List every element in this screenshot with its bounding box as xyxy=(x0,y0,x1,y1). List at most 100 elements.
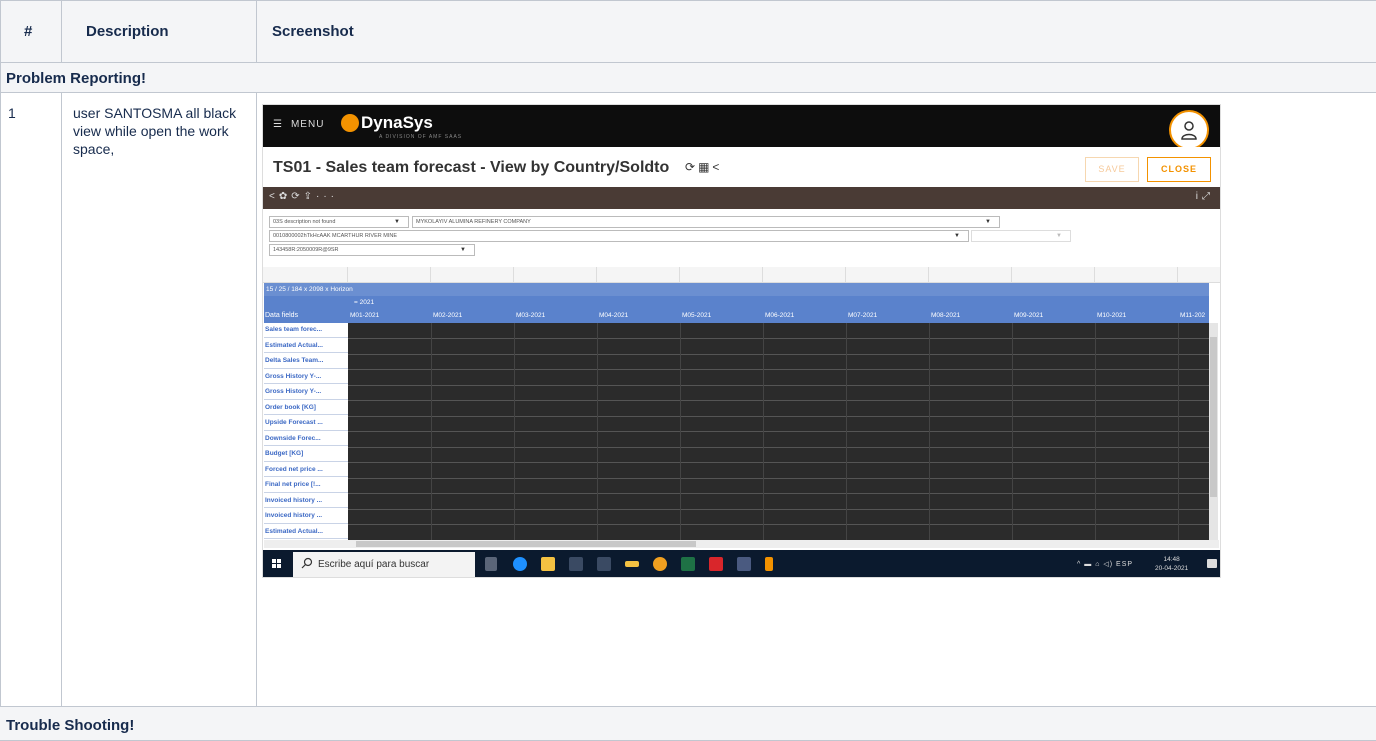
year-header[interactable]: = 2021 xyxy=(264,296,1209,309)
scroll-thumb[interactable] xyxy=(356,541,696,547)
language-indicator[interactable]: ESP xyxy=(1116,561,1133,568)
table-row[interactable]: Gross History Y-... xyxy=(264,385,348,400)
month-header: M05-2021 xyxy=(682,312,712,319)
table-row[interactable]: Invoiced history ... xyxy=(264,509,348,524)
link-icon[interactable] xyxy=(597,557,611,571)
table-row[interactable]: Budget [KG] xyxy=(264,447,348,462)
row-number: 1 xyxy=(8,105,16,121)
refresh-icon[interactable]: ⟳ xyxy=(291,191,303,202)
expand-icon[interactable]: ⤢ xyxy=(1202,191,1214,202)
taskbar-clock[interactable]: 14:48 20-04-2021 xyxy=(1155,555,1188,573)
scroll-thumb[interactable] xyxy=(1210,337,1217,497)
refresh-icon[interactable]: ⟳ xyxy=(685,160,698,174)
folder-icon[interactable] xyxy=(625,561,639,567)
month-header: M02-2021 xyxy=(433,312,463,319)
task-view-icon[interactable] xyxy=(485,557,497,571)
table-row[interactable]: Sales team forec... xyxy=(264,323,348,338)
table-row[interactable]: Estimated Actual... xyxy=(264,338,348,353)
grid-row-line xyxy=(348,446,1209,448)
export-icon[interactable]: ⇪ xyxy=(304,191,316,202)
grid-row-line xyxy=(348,400,1209,401)
vertical-scrollbar[interactable] xyxy=(1209,323,1218,540)
table-row[interactable]: Invoiced history ... xyxy=(264,493,348,508)
filter-select-5[interactable]: 143458R:2050009R@9SR ▼ xyxy=(269,244,475,256)
filter-panel: 03S description not found ▼ MYKOLAYIV ALU… xyxy=(263,209,1220,267)
link-icon[interactable] xyxy=(569,557,583,571)
windows-taskbar: Escribe aquí para buscar ^ ▬ ⌂ ◁) ESP 14… xyxy=(263,550,1220,577)
grid-row-line xyxy=(348,462,1209,463)
grid-col-line xyxy=(763,323,764,540)
tray-icons[interactable]: ▬ ⌂ ◁) xyxy=(1084,561,1113,568)
search-icon xyxy=(301,557,313,569)
acrobat-icon[interactable] xyxy=(709,557,723,571)
app-logo: DynaSys xyxy=(361,113,433,132)
grid-col-line xyxy=(846,323,847,540)
taskbar-search[interactable]: Escribe aquí para buscar xyxy=(293,552,475,577)
more-icon[interactable]: ··· xyxy=(316,191,338,202)
grid-row-line xyxy=(348,493,1209,494)
close-button[interactable]: CLOSE xyxy=(1147,157,1211,182)
save-button[interactable]: SAVE xyxy=(1085,157,1139,182)
grid-col-line xyxy=(514,323,515,540)
grid-col-line xyxy=(1177,267,1178,283)
share-icon[interactable]: < xyxy=(269,191,279,202)
app-icon[interactable] xyxy=(765,557,773,571)
user-avatar[interactable] xyxy=(1169,110,1209,150)
app-icon[interactable] xyxy=(737,557,751,571)
filter-select-4[interactable]: ▼ xyxy=(971,230,1071,242)
menu-button[interactable]: ☰ MENU xyxy=(273,119,324,130)
grid-row-line xyxy=(348,384,1209,386)
table-row[interactable]: Final net price [!... xyxy=(264,478,348,493)
excel-icon[interactable] xyxy=(681,557,695,571)
toolbar-right-icons: i⤢ xyxy=(1196,191,1214,202)
month-header: M04-2021 xyxy=(599,312,629,319)
filter-select-1[interactable]: 03S description not found ▼ xyxy=(269,216,409,228)
month-header: M07-2021 xyxy=(848,312,878,319)
grid-col-line xyxy=(1094,267,1095,283)
section-problem-reporting: Problem Reporting! xyxy=(0,63,1376,93)
section-trouble-shooting: Trouble Shooting! xyxy=(0,706,1376,741)
windows-start-icon[interactable] xyxy=(272,559,282,569)
file-explorer-icon[interactable] xyxy=(541,557,555,571)
month-header: M06-2021 xyxy=(765,312,795,319)
horizontal-scrollbar[interactable] xyxy=(264,540,1219,548)
chevron-up-icon[interactable]: ^ xyxy=(1077,561,1081,568)
share-icon[interactable]: < xyxy=(712,160,722,174)
grid-col-line xyxy=(1178,323,1179,540)
col-divider xyxy=(61,0,62,63)
settings-icon[interactable]: ✿ xyxy=(279,191,291,202)
month-header: M11-202 xyxy=(1180,312,1206,319)
chrome-icon[interactable] xyxy=(653,557,667,571)
grid-row-line xyxy=(348,508,1209,510)
filter-select-2[interactable]: MYKOLAYIV ALUMINA REFINERY COMPANY ▼ xyxy=(412,216,1000,228)
grid-col-line xyxy=(1095,323,1096,540)
system-tray[interactable]: ^ ▬ ⌂ ◁) ESP xyxy=(1077,560,1133,568)
notification-icon[interactable] xyxy=(1207,559,1217,568)
table-row[interactable]: Gross History Y-... xyxy=(264,369,348,384)
chevron-down-icon: ▼ xyxy=(985,219,991,225)
table-row[interactable]: Order book [KG] xyxy=(264,400,348,415)
table-row[interactable]: Downside Forec... xyxy=(264,431,348,446)
table-row[interactable]: Delta Sales Team... xyxy=(264,354,348,369)
layout-icon[interactable]: ▦ xyxy=(698,160,712,174)
grid-col-line xyxy=(680,323,681,540)
table-row[interactable]: Estimated Actual... xyxy=(264,524,348,539)
grid-col-line xyxy=(1011,267,1012,283)
grid-col-line xyxy=(596,267,597,283)
black-data-cells[interactable] xyxy=(348,323,1209,540)
filter-select-3[interactable]: 0010800002hTkHcAAK MCARTHUR RIVER MINE ▼ xyxy=(269,230,969,242)
chevron-down-icon: ▼ xyxy=(460,247,466,253)
horizon-bar: 15 / 25 / 184 x 2098 x Horizon xyxy=(264,283,1209,296)
grid-col-line xyxy=(762,267,763,283)
month-header: M08-2021 xyxy=(931,312,961,319)
month-header: M09-2021 xyxy=(1014,312,1044,319)
grid-row-line xyxy=(348,524,1209,525)
edge-icon[interactable] xyxy=(513,557,527,571)
month-header: M01-2021 xyxy=(350,312,380,319)
table-row[interactable]: Upside Forecast ... xyxy=(264,416,348,431)
section-title: Trouble Shooting! xyxy=(6,717,135,734)
table-row[interactable]: Forced net price ... xyxy=(264,462,348,477)
col-divider xyxy=(61,93,62,706)
page-titlebar: TS01 - Sales team forecast - View by Cou… xyxy=(263,147,1220,187)
grid-col-line xyxy=(928,267,929,283)
